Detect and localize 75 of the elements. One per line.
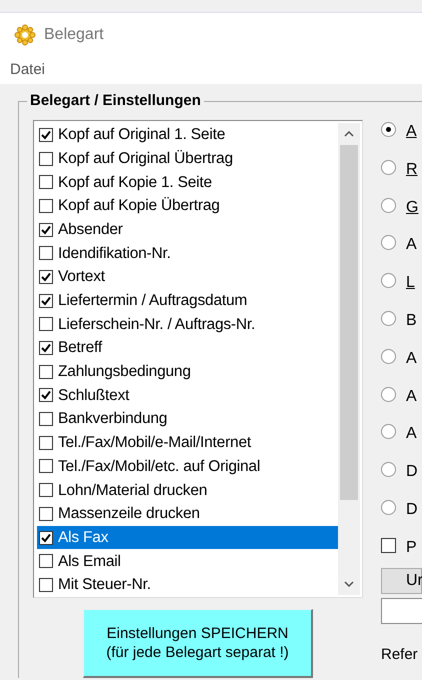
list-item[interactable]: Tel./Fax/Mobil/etc. auf Original — [37, 454, 338, 478]
list-item[interactable]: Mit Steuer-Nr. — [37, 573, 338, 597]
checkbox[interactable] — [39, 412, 53, 426]
save-settings-button[interactable]: Einstellungen SPEICHERN (für jede Belegart separat !) — [83, 609, 313, 678]
radio-button[interactable] — [381, 348, 396, 364]
checkbox[interactable] — [39, 436, 53, 450]
radio-button[interactable] — [381, 122, 396, 137]
checkbox[interactable] — [39, 198, 53, 213]
list-item[interactable]: Liefertermin / Auftragsdatum — [37, 288, 338, 312]
list-item[interactable]: Schlußtext — [37, 384, 338, 408]
list-item[interactable]: Als Email — [37, 549, 338, 574]
checkbox[interactable] — [39, 128, 53, 142]
scroll-up-icon[interactable] — [344, 131, 354, 137]
radio-button[interactable] — [381, 310, 396, 326]
checkbox[interactable] — [39, 554, 53, 568]
radio-label: R — [406, 160, 418, 180]
scroll-down-icon[interactable] — [344, 581, 354, 587]
checkbox-label: P — [406, 538, 417, 558]
radio-label: A — [406, 348, 417, 369]
checkbox[interactable] — [39, 459, 53, 474]
checkbox[interactable] — [39, 222, 53, 237]
list-item[interactable]: Kopf auf Kopie 1. Seite — [37, 170, 338, 194]
checkbox[interactable] — [39, 152, 53, 166]
list-item[interactable]: Kopf auf Original 1. Seite — [37, 123, 338, 147]
gear-icon — [14, 24, 36, 46]
radio-button[interactable] — [381, 386, 396, 402]
radio-button[interactable] — [381, 500, 396, 515]
list-item[interactable]: Kopf auf Kopie Übertrag — [37, 194, 338, 218]
list-item[interactable]: Lohn/Material drucken — [37, 478, 338, 502]
list-item[interactable]: Lieferschein-Nr. / Auftrags-Nr. — [37, 312, 338, 336]
radio-label: G — [406, 198, 418, 218]
field-label: Refer — [381, 644, 419, 665]
radio-button[interactable] — [381, 198, 396, 213]
radio-label: D — [406, 500, 418, 520]
scrollbar-thumb[interactable] — [340, 145, 358, 500]
list-item[interactable]: Idendifikation-Nr. — [37, 241, 338, 266]
checkbox[interactable] — [39, 364, 53, 379]
checkbox[interactable] — [39, 294, 53, 308]
checkbox[interactable] — [39, 483, 53, 498]
list-item[interactable]: Vortext — [37, 265, 338, 289]
radio-button[interactable] — [381, 462, 396, 478]
list-item[interactable]: Als Fax — [37, 526, 338, 550]
radio-label: A — [406, 386, 417, 407]
group-title: Belegart / Einstellungen — [27, 92, 204, 110]
checkbox[interactable] — [381, 538, 396, 553]
radio-label: D — [406, 462, 418, 482]
scrollbar[interactable] — [338, 123, 360, 595]
checkbox[interactable] — [39, 341, 53, 356]
radio-button[interactable] — [381, 160, 396, 175]
checkbox[interactable] — [39, 388, 53, 402]
checkbox[interactable] — [39, 578, 53, 592]
list-item[interactable]: Zahlungsbedingung — [37, 360, 338, 384]
radio-button[interactable] — [381, 273, 396, 288]
menu-item[interactable]: Datei — [10, 59, 46, 82]
radio-label: L — [406, 273, 415, 294]
input-field[interactable] — [381, 598, 422, 624]
radio-label: B — [406, 310, 417, 331]
list-item[interactable]: Betreff — [37, 336, 338, 360]
checkbox[interactable] — [39, 270, 53, 284]
radio-button[interactable] — [381, 424, 396, 440]
radio-label: A — [406, 122, 417, 142]
checkbox[interactable] — [39, 506, 53, 521]
checkbox[interactable] — [39, 246, 53, 260]
checkbox[interactable] — [39, 317, 53, 332]
list-item[interactable]: Kopf auf Original Übertrag — [37, 146, 338, 170]
radio-button[interactable] — [381, 235, 396, 250]
window-title: Belegart — [44, 25, 104, 45]
list-item[interactable]: Absender — [37, 218, 338, 242]
list-item[interactable]: Massenzeile drucken — [37, 502, 338, 526]
checkbox[interactable] — [39, 175, 53, 190]
radio-label: A — [406, 235, 417, 256]
list-item[interactable]: Bankverbindung — [37, 407, 338, 431]
radio-label: A — [406, 424, 417, 444]
list-item[interactable]: Tel./Fax/Mobil/e-Mail/Internet — [37, 430, 338, 455]
checkbox[interactable] — [39, 530, 53, 545]
